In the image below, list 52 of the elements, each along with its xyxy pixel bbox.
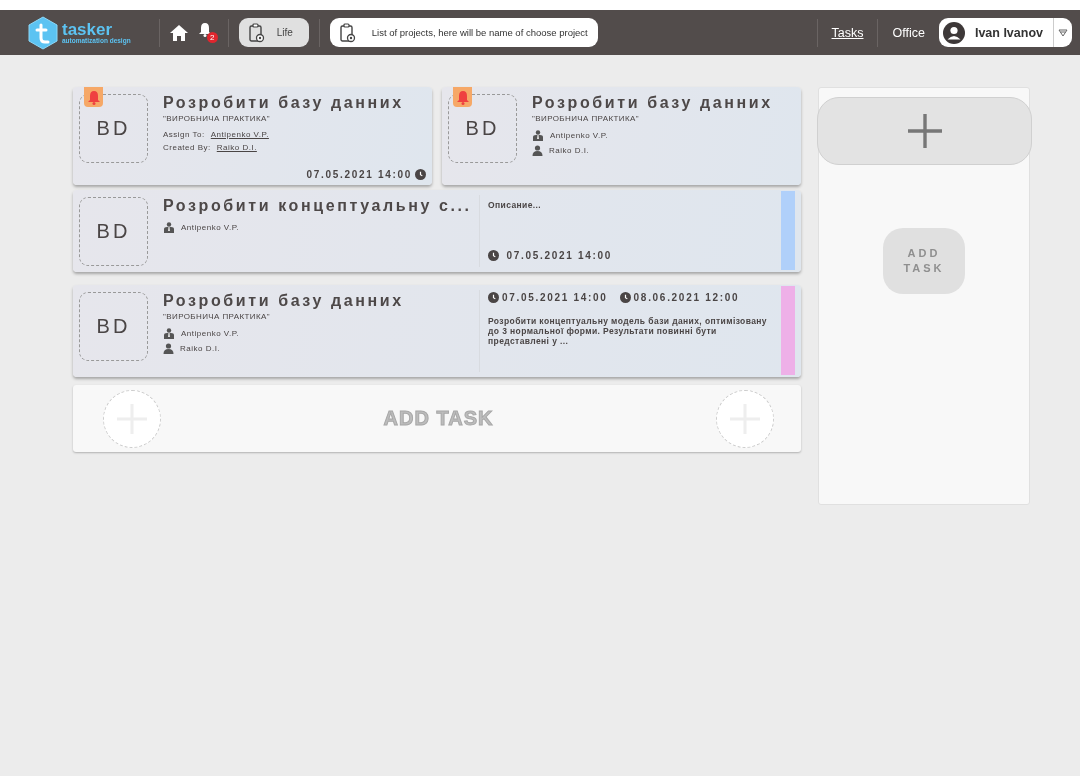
task-avatar: BD (79, 197, 148, 266)
project-selector[interactable]: List of projects, here will be name of choose project (329, 18, 598, 47)
task-description: Розробити концептуальну модель бази даних, оптимізовану до 3 нормальної форми. Результати повинні бути представлені у ... (488, 317, 768, 347)
bell-icon (197, 22, 212, 37)
home-icon[interactable] (169, 24, 188, 41)
person-link[interactable]: Antipenko V.P. (210, 130, 269, 139)
clock-icon (488, 292, 499, 303)
task-card[interactable]: BD Розробити базу данних "ВИРОБНИЧА ПРАКТИКА" Antipenko V.P. Raiko D.I. (442, 87, 801, 185)
notification-count: 2 (206, 32, 218, 43)
task-title: Розробити базу данних (163, 292, 405, 310)
task-title: Розробити концептуальну с... (163, 197, 473, 215)
task-description: Описание... (488, 201, 543, 211)
person-name: Raiko D.I. (549, 146, 590, 155)
person-line: Created By: Raiko D.I. (163, 143, 258, 152)
person-name: Antipenko V.P. (181, 329, 240, 338)
person-name: Antipenko V.P. (181, 223, 240, 232)
project-name: "ВИРОБНИЧА ПРАКТИКА" (163, 312, 271, 321)
person-name: Antipenko V.P. (550, 131, 609, 140)
task-title: Розробити базу данних (532, 94, 774, 112)
nav-link[interactable]: Tasks (827, 25, 868, 40)
task-date: 07.05.2021 14:00 (505, 250, 613, 261)
task-card[interactable]: BD Розробити базу данних "ВИРОБНИЧА ПРАКТИКА" Assign To: Antipenko V.P. Created By: Raiko D.I. 07.05.2021 14:00 (73, 87, 432, 185)
task-date: 08.06.2021 12:00 (633, 292, 740, 303)
due-date: 07.05.2021 14:00 (306, 169, 412, 180)
project-name: "ВИРОБНИЧА ПРАКТИКА" (532, 114, 640, 123)
add-button[interactable] (817, 97, 1032, 165)
clock-icon (619, 292, 631, 303)
notifications-button[interactable]: 2 (197, 22, 218, 43)
clock-icon (415, 169, 426, 180)
clock-icon (488, 250, 499, 261)
dropdown-icon (1058, 28, 1068, 37)
project-name: "ВИРОБНИЧА ПРАКТИКА" (163, 114, 271, 123)
person-link[interactable]: Raiko D.I. (216, 143, 257, 152)
user-menu[interactable]: Ivan Ivanov (938, 18, 1072, 47)
person-name: Raiko D.I. (180, 344, 221, 353)
manager-icon (532, 130, 544, 141)
nav-link[interactable]: Office (888, 25, 929, 40)
task-avatar: BD (79, 292, 148, 361)
task-date: 07.05.2021 14:00 (502, 292, 608, 303)
clipboard-icon (248, 22, 265, 43)
task-card[interactable]: BD Розробити концептуальну с... Antipenko V.P. Описание... 07.05.2021 14:00 (73, 190, 801, 272)
person-line: Assign To: Antipenko V.P. (163, 130, 270, 139)
task-card[interactable] (73, 285, 801, 377)
manager-icon (163, 328, 175, 339)
task-title: Розробити базу данних (163, 94, 405, 112)
plus-icon (907, 114, 942, 148)
person-icon (163, 343, 174, 354)
workspace-button[interactable]: Life (238, 18, 309, 47)
manager-icon (163, 222, 175, 233)
person-icon (532, 145, 543, 156)
clipboard-icon (339, 22, 356, 43)
avatar-icon (942, 21, 965, 44)
